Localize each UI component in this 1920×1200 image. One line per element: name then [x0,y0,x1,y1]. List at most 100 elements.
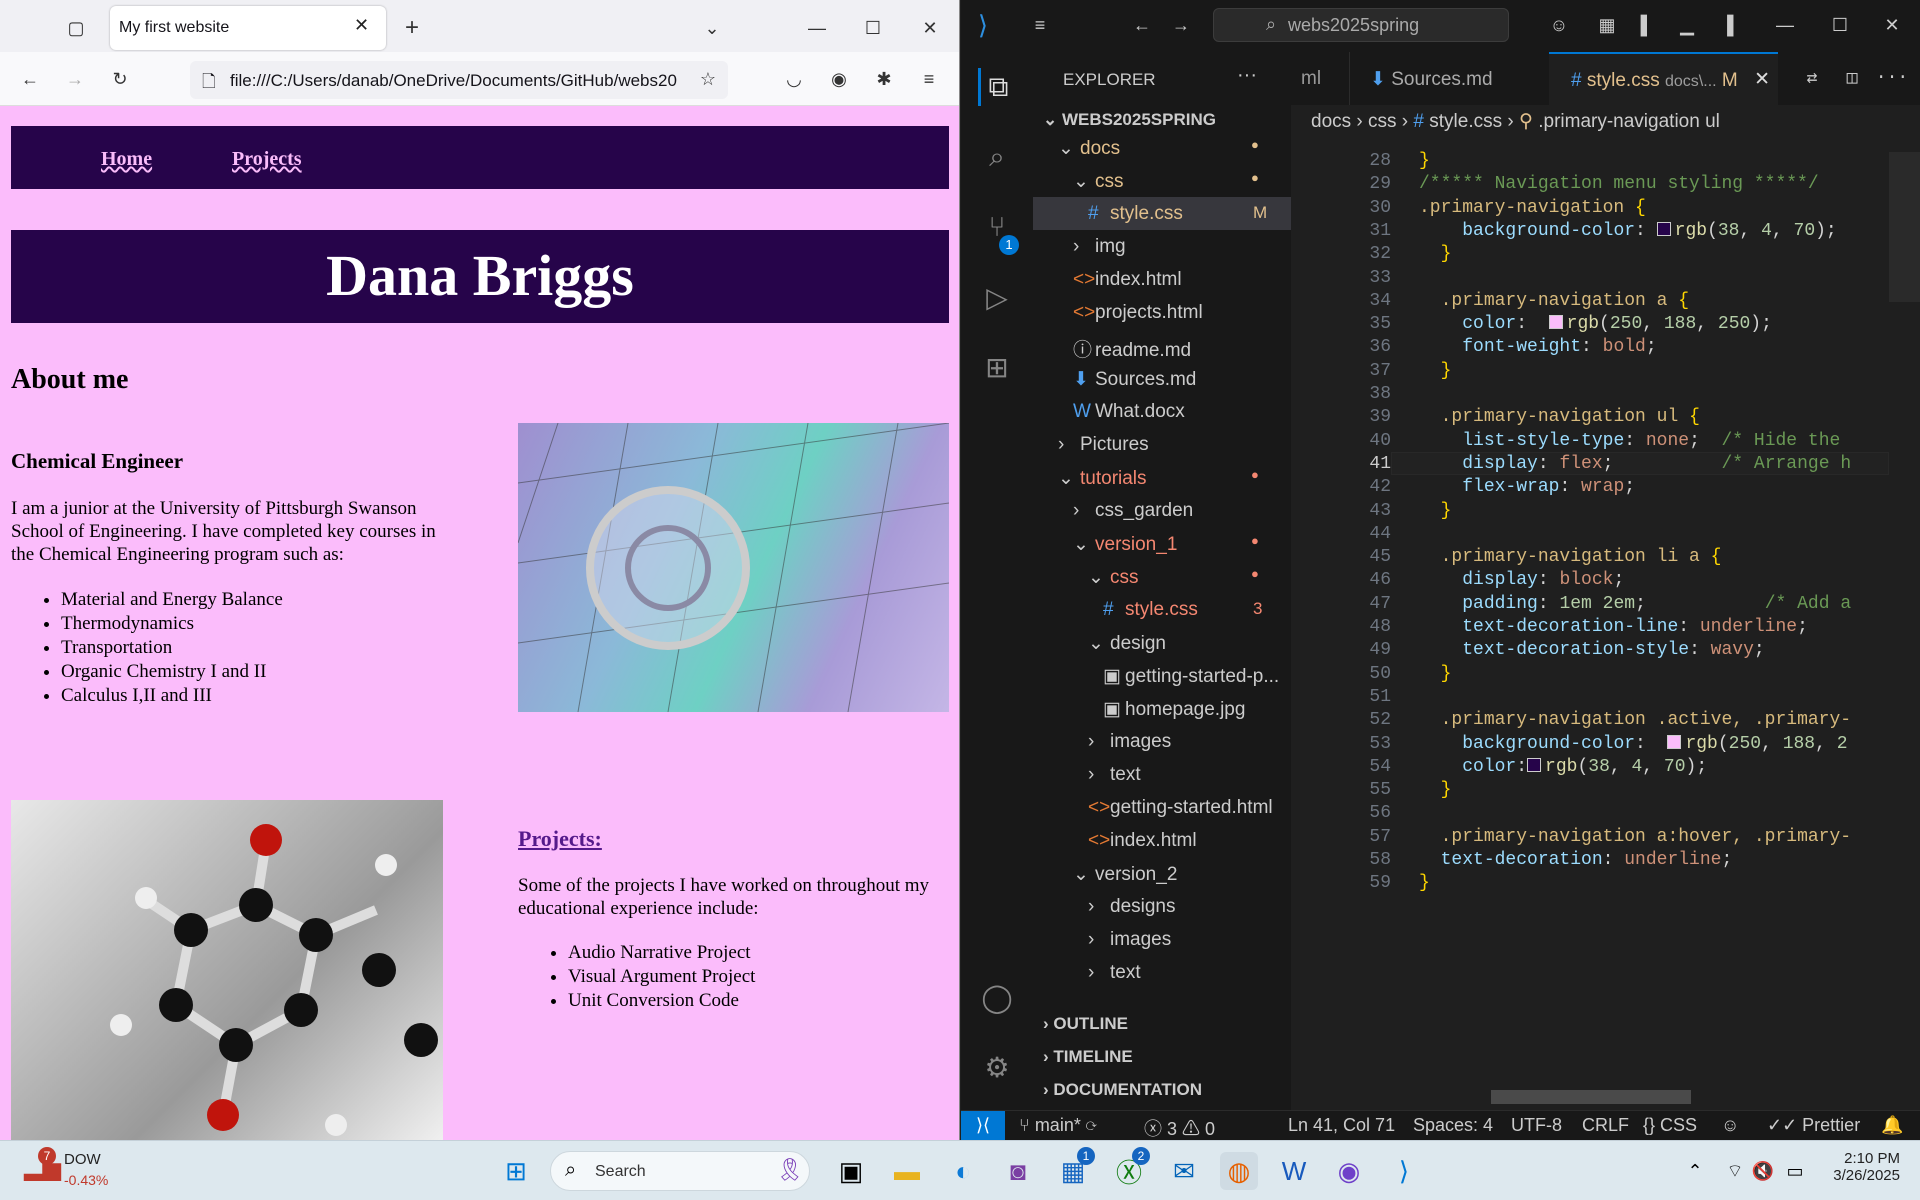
encoding[interactable]: UTF-8 [1511,1115,1562,1136]
branch-indicator[interactable]: ⑂ main* ⟳ [1019,1115,1097,1136]
tree-item[interactable]: ⌄ version_1 [1073,533,1177,556]
url-bar[interactable]: 🗋 file:///C:/Users/danab/OneDrive/Docume… [190,61,728,99]
split-editor-icon[interactable]: ◫ [1838,64,1866,92]
language-mode[interactable]: {} CSS [1643,1115,1697,1136]
tree-item[interactable]: ▣ getting-started-p... [1103,665,1279,688]
breadcrumb-item[interactable]: css [1368,111,1397,132]
account-icon[interactable]: ◉ [825,65,853,93]
code-line[interactable]: /***** Navigation menu styling *****/ [1419,174,1819,194]
code-line[interactable]: display: flex; /* Arrange h [1419,454,1851,474]
task-view-icon[interactable]: ▣ [832,1152,870,1190]
tree-item[interactable]: <>getting-started.html [1088,797,1273,819]
code-line[interactable]: font-weight: bold; [1419,337,1656,357]
outlook-icon[interactable]: ✉ [1165,1152,1203,1190]
clock[interactable]: 2:10 PM 3/26/2025 [1810,1150,1900,1184]
code-line[interactable]: } [1419,501,1452,521]
code-line[interactable]: } [1419,244,1452,264]
word-icon[interactable]: W [1275,1152,1313,1190]
code-line[interactable]: flex-wrap: wrap; [1419,477,1635,497]
battery-icon[interactable]: ▭ [1776,1152,1814,1190]
code-line[interactable]: background-color: rgb(38, 4, 70); [1419,221,1837,241]
tree-item[interactable]: ⌄ version_2 [1073,863,1177,886]
code-line[interactable]: } [1419,873,1430,893]
copilot-status-icon[interactable]: ☺ [1721,1115,1739,1136]
more-actions-icon[interactable]: ··· [1237,64,1257,87]
code-line[interactable]: .primary-navigation .active, .primary- [1419,710,1851,730]
vscode-icon[interactable]: ⟩ [1385,1152,1423,1190]
maximize-icon[interactable]: ☐ [1826,11,1854,39]
close-window-icon[interactable]: ✕ [916,14,944,42]
tree-item[interactable]: ⌄ docs [1058,137,1120,160]
explorer-icon[interactable]: ⧉ [978,68,1016,106]
breadcrumb-item[interactable]: docs [1311,111,1351,132]
tree-item[interactable]: ▣ homepage.jpg [1103,698,1245,721]
code-line[interactable]: list-style-type: none; /* Hide the [1419,431,1840,451]
reload-icon[interactable]: ↻ [106,65,134,93]
tree-item[interactable]: <>index.html [1073,269,1182,291]
tree-item[interactable]: › Pictures [1058,434,1149,456]
maximize-icon[interactable]: ☐ [859,14,887,42]
nav-link-projects[interactable]: Projects [232,148,302,171]
browser-tab[interactable]: My first website [110,6,386,50]
code-line[interactable]: padding: 1em 2em; /* Add a [1419,594,1851,614]
tree-item[interactable]: › css_garden [1073,500,1193,522]
toggle-secondary-sidebar-icon[interactable]: ▐ [1713,11,1741,39]
tab-sources[interactable]: ⬇ Sources.md [1349,52,1549,105]
tab-overview-icon[interactable]: ▢ [62,14,90,42]
code-line[interactable]: } [1419,361,1452,381]
breadcrumb-item[interactable]: style.css [1429,111,1502,132]
documentation-panel[interactable]: › DOCUMENTATION [1043,1080,1202,1100]
menu-icon[interactable]: ≡ [1026,11,1054,39]
code-line[interactable]: text-decoration-line: underline; [1419,617,1808,637]
firefox-icon[interactable]: ◍ [1220,1152,1258,1190]
search-icon[interactable]: ⌕ [978,138,1016,176]
minimize-icon[interactable]: — [1771,11,1799,39]
minimap[interactable] [1889,152,1920,302]
indentation[interactable]: Spaces: 4 [1413,1115,1493,1136]
code-line[interactable]: } [1419,780,1452,800]
pocket-icon[interactable]: ◡ [780,65,808,93]
code-line[interactable]: text-decoration: underline; [1419,850,1733,870]
back-icon[interactable]: ← [1128,11,1156,39]
command-center-search[interactable]: ⌕ webs2025spring [1213,8,1509,42]
projects-heading-link[interactable]: Projects: [518,826,602,852]
code-line[interactable]: .primary-navigation a:hover, .primary- [1419,827,1851,847]
cursor-position[interactable]: Ln 41, Col 71 [1288,1115,1395,1136]
remote-icon[interactable]: ⟩⟨ [961,1111,1005,1140]
menu-icon[interactable]: ≡ [915,65,943,93]
minimize-icon[interactable]: — [803,14,831,42]
new-tab-icon[interactable]: + [398,14,426,42]
code-line[interactable]: text-decoration-style: wavy; [1419,640,1764,660]
tree-item[interactable]: › designs [1088,896,1176,918]
copilot-icon[interactable]: ☺ [1545,11,1573,39]
bell-icon[interactable]: 🔔 [1881,1115,1903,1136]
close-window-icon[interactable]: ✕ [1878,11,1906,39]
tree-item[interactable]: › text [1088,962,1141,984]
windows-start-icon[interactable]: ⊞ [497,1152,535,1190]
tree-item[interactable]: ⓘ readme.md [1073,335,1191,362]
code-line[interactable]: } [1419,151,1430,171]
horizontal-scrollbar[interactable] [1491,1090,1691,1104]
forward-icon[interactable]: → [61,65,89,93]
breadcrumb-item[interactable]: .primary-navigation ul [1538,111,1720,132]
tree-item[interactable]: › img [1073,236,1126,258]
line-ending[interactable]: CRLF [1582,1115,1629,1136]
tree-item[interactable]: › images [1088,731,1171,753]
gear-icon[interactable]: ⚙ [978,1048,1016,1086]
outline-panel[interactable]: › OUTLINE [1043,1014,1128,1034]
code-line[interactable]: .primary-navigation a { [1419,291,1689,311]
tree-item[interactable]: ⌄ css [1073,170,1124,193]
bookmark-star-icon[interactable]: ☆ [694,65,722,93]
tree-item[interactable]: <>index.html [1088,830,1197,852]
tree-item[interactable]: ⌄ tutorials [1058,467,1147,490]
toggle-panel-icon[interactable]: ▁ [1673,11,1701,39]
chevron-down-icon[interactable]: ⌄ [698,14,726,42]
code-line[interactable]: background-color: rgb(250, 188, 2 [1419,734,1847,754]
forward-icon[interactable]: → [1167,11,1195,39]
edge-icon[interactable]: ◐ [944,1152,982,1190]
account-icon[interactable]: ◯ [978,978,1016,1016]
file-explorer-icon[interactable]: ▬ [888,1152,926,1190]
tree-item[interactable]: › images [1088,929,1171,951]
extensions-icon[interactable]: ✱ [870,65,898,93]
prettier-status[interactable]: ✓✓ Prettier [1767,1115,1860,1136]
